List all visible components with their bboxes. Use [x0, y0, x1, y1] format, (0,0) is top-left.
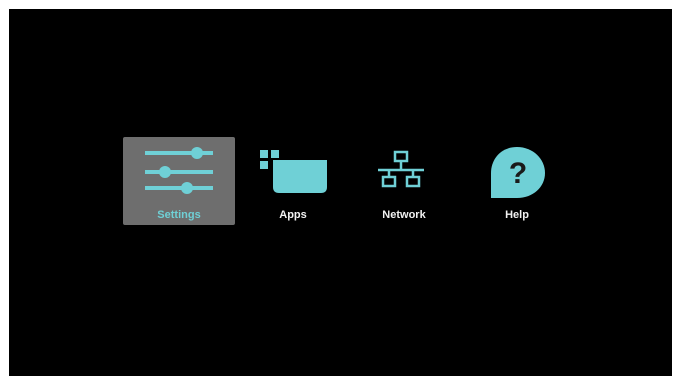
apps-tile[interactable]: Apps	[237, 137, 349, 225]
settings-label: Settings	[157, 209, 201, 221]
apps-label: Apps	[279, 209, 307, 221]
help-tile[interactable]: ? Help	[461, 137, 573, 225]
help-label: Help	[505, 209, 529, 221]
home-screen: Settings Apps Network ? Help	[9, 9, 672, 376]
apps-icon	[260, 150, 327, 193]
svg-text:?: ?	[509, 157, 527, 190]
network-tile[interactable]: Network	[348, 137, 460, 225]
sliders-icon	[145, 147, 213, 194]
help-icon: ?	[491, 147, 545, 198]
network-icon	[378, 150, 424, 188]
settings-tile[interactable]: Settings	[123, 137, 235, 225]
network-label: Network	[382, 209, 426, 221]
